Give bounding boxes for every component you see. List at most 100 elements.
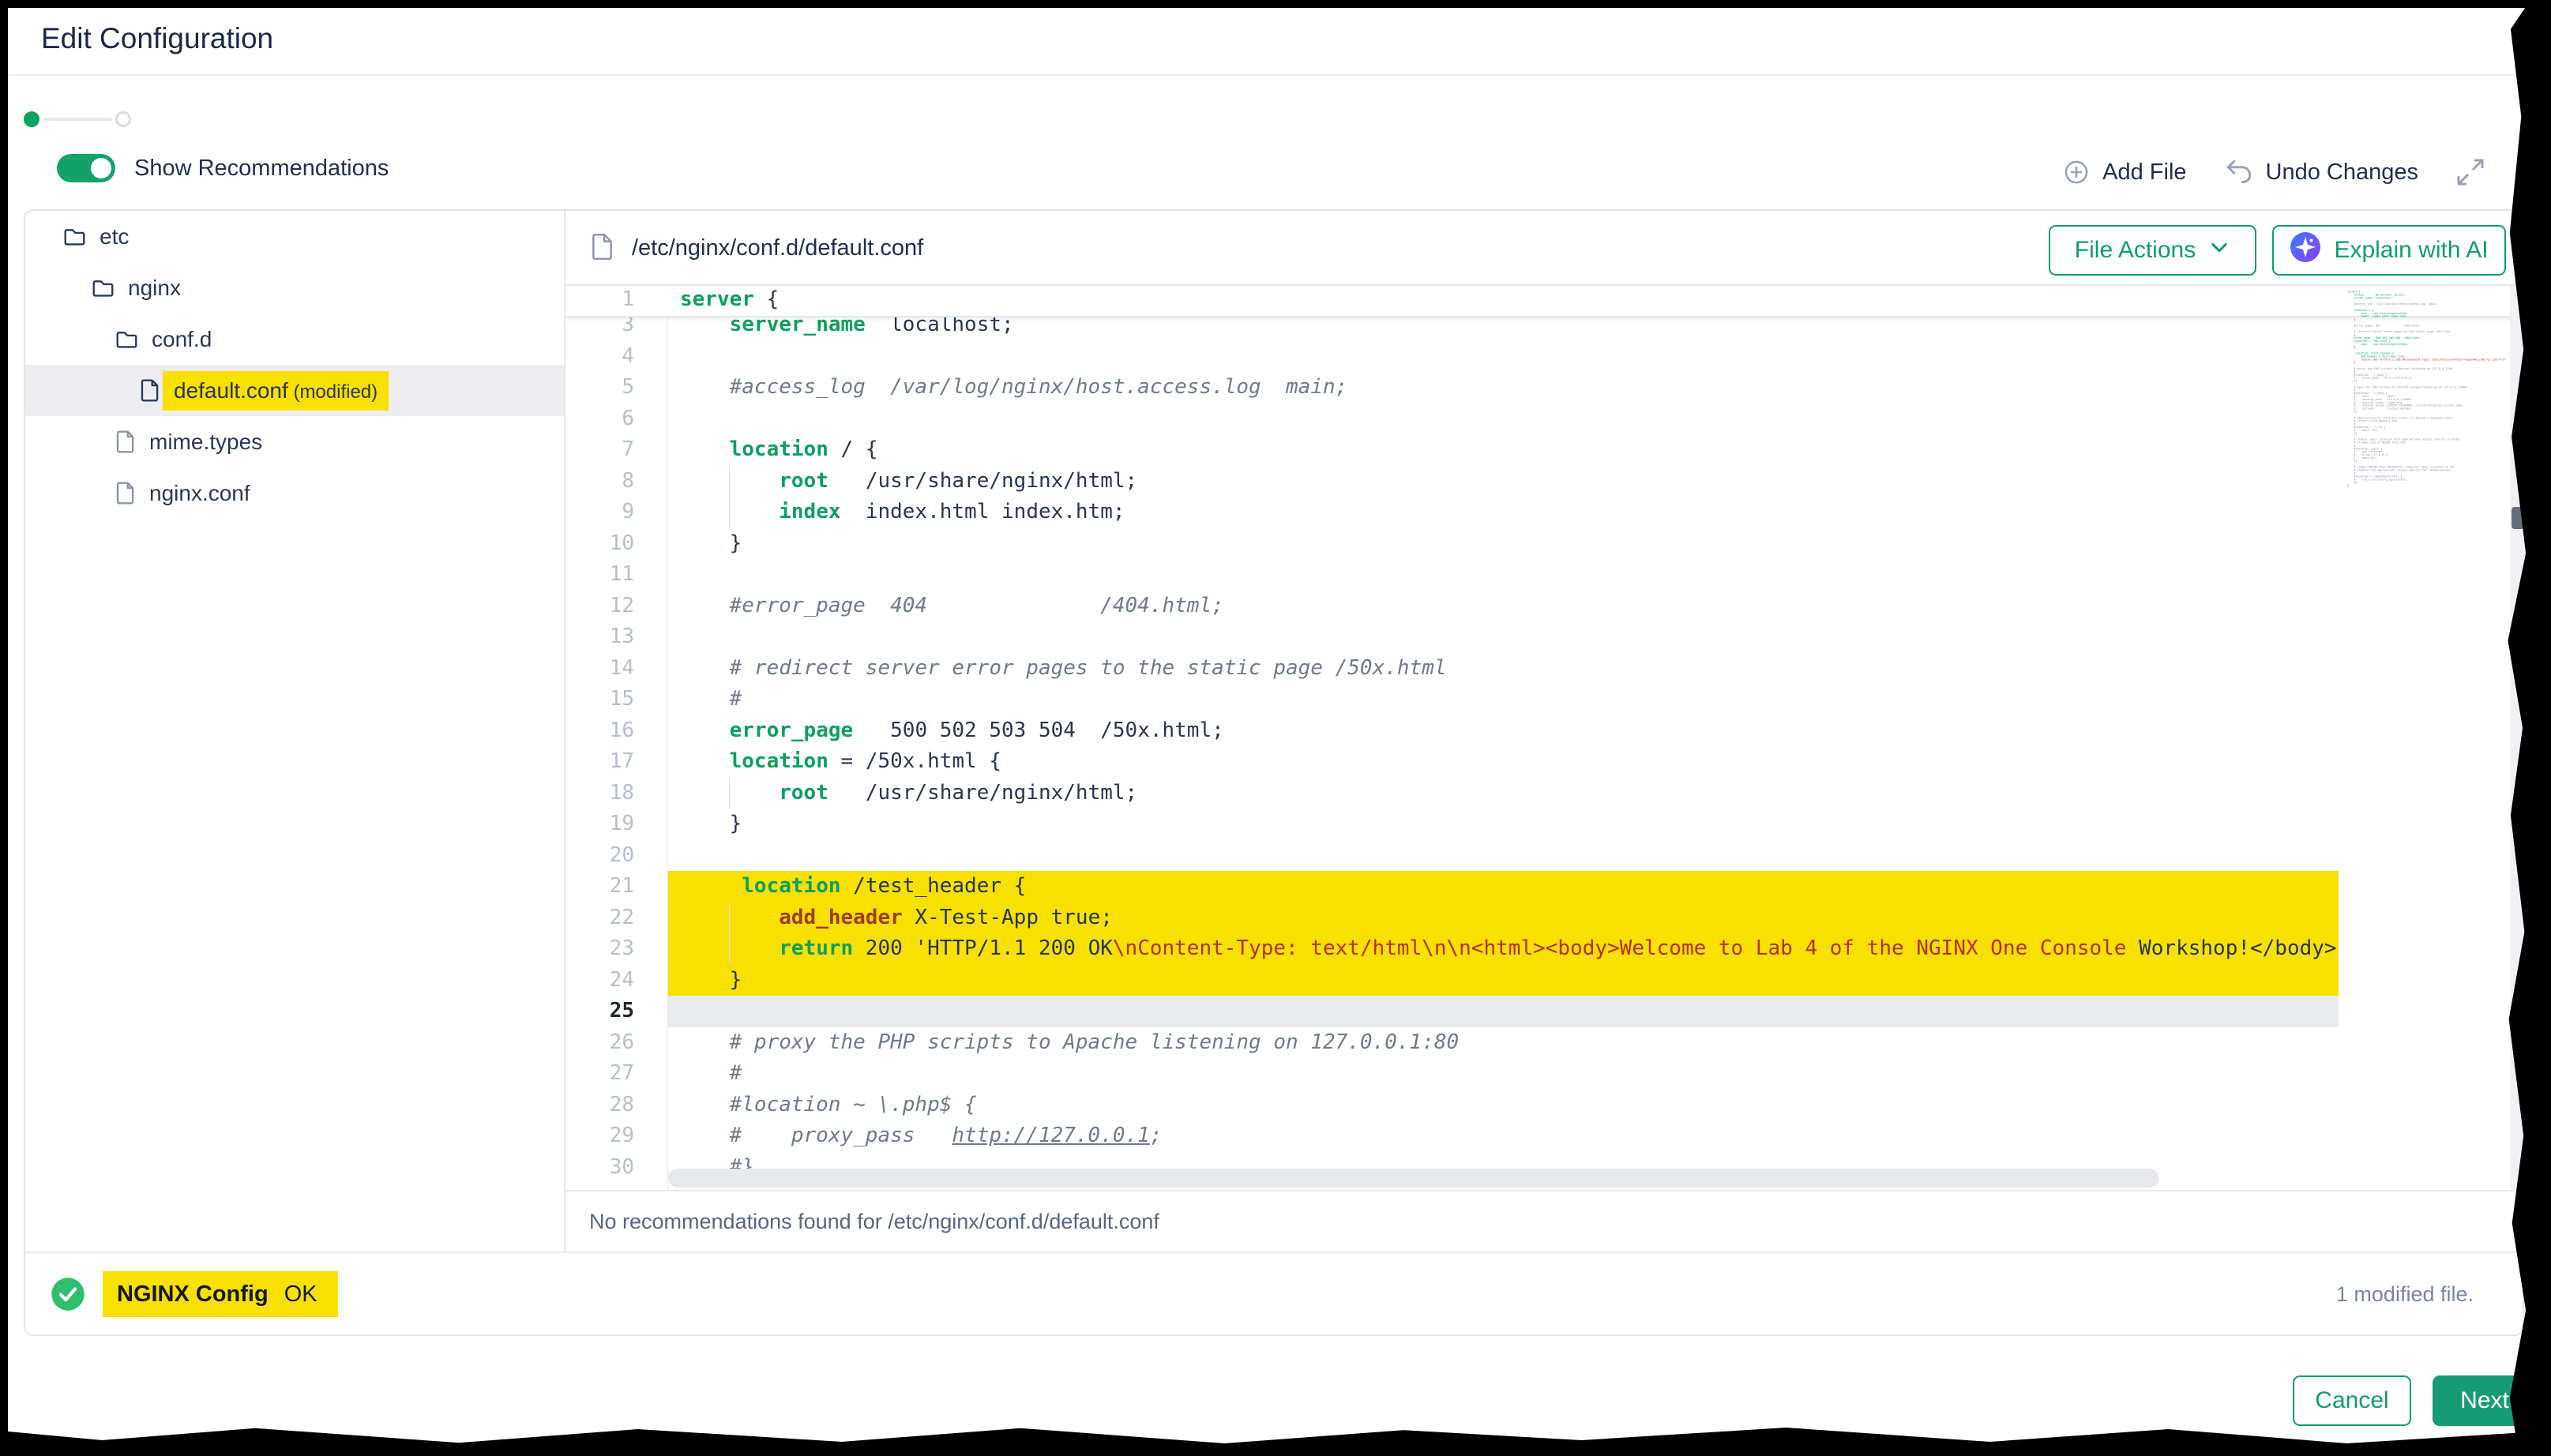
code-line-28[interactable]: 28 #location ~ \.php$ { (565, 1090, 2526, 1121)
line-content: # (680, 1058, 742, 1090)
tree-item-mime.types[interactable]: mime.types (25, 416, 564, 467)
sticky-line: 1 server { (565, 286, 2526, 317)
line-number: 23 (565, 933, 634, 965)
line-number: 1 (565, 286, 634, 313)
code-editor[interactable]: 3 server_name localhost;45 #access_log /… (565, 286, 2526, 1190)
toggle-knob (91, 158, 111, 178)
line-number: 11 (565, 559, 634, 591)
add-file-button[interactable]: Add File (2061, 157, 2186, 187)
code-line-9[interactable]: 9 index index.html index.htm; (565, 497, 2526, 528)
line-number: 30 (565, 1152, 634, 1184)
expand-dialog-button[interactable] (2455, 156, 2486, 188)
line-content: # proxy the PHP scripts to Apache listen… (680, 1027, 1459, 1059)
tree-item-label: etc (100, 224, 129, 250)
code-line-14[interactable]: 14 # redirect server error pages to the … (565, 653, 2526, 685)
code-line-27[interactable]: 27 # (565, 1058, 2526, 1090)
folder-icon (62, 225, 87, 248)
step-connector (44, 118, 112, 121)
dialog-header: Edit Configuration (0, 0, 2551, 76)
file-icon (589, 232, 616, 265)
code-line-8[interactable]: 8 root /usr/share/nginx/html; (565, 466, 2526, 497)
code-line-24[interactable]: 24 } (565, 965, 2526, 996)
explain-with-ai-label: Explain with AI (2334, 237, 2488, 264)
minimap[interactable]: server { listen 80 default_server; serve… (2347, 291, 2507, 859)
ai-sparkle-icon (2290, 231, 2321, 269)
line-content: index index.html index.htm; (680, 497, 1125, 528)
no-recommendations-text: No recommendations found for /etc/nginx/… (589, 1210, 1159, 1234)
code-line-13[interactable]: 13 (565, 621, 2526, 653)
code-line-4[interactable]: 4 (565, 341, 2526, 373)
line-number: 12 (565, 591, 634, 622)
line-content: add_header X-Test-App true; (680, 902, 1113, 934)
line-number: 29 (565, 1120, 634, 1152)
top-actions: Add File Undo Changes (2061, 155, 2486, 190)
horizontal-scrollbar[interactable] (668, 1169, 2159, 1188)
code-line-29[interactable]: 29 # proxy_pass http://127.0.0.1; (565, 1120, 2526, 1152)
file-tree: etc nginx conf.d default.conf (modified)mim… (25, 211, 564, 1251)
code-line-22[interactable]: 22 add_header X-Test-App true; (565, 902, 2526, 934)
line-number: 25 (565, 996, 634, 1027)
show-recommendations-toggle[interactable] (57, 154, 115, 182)
line-number: 14 (565, 653, 634, 685)
code-line-7[interactable]: 7 location / { (565, 434, 2526, 466)
file-actions-button[interactable]: File Actions (2049, 225, 2256, 276)
line-number: 4 (565, 341, 634, 373)
line-content: #access_log /var/log/nginx/host.access.l… (680, 372, 1347, 403)
undo-arrow-icon (2223, 156, 2255, 188)
code-line-25[interactable]: 25 (565, 996, 2526, 1027)
tree-item-etc[interactable]: etc (25, 211, 564, 262)
add-file-label: Add File (2102, 159, 2186, 186)
line-content: location /test_header { (680, 871, 1026, 902)
file-icon (115, 481, 137, 505)
line-number: 13 (565, 621, 634, 653)
screenshot-edge-top (0, 0, 2551, 8)
line-number: 19 (565, 809, 634, 840)
file-header: /etc/nginx/conf.d/default.conf File Acti… (565, 211, 2526, 286)
line-number: 17 (565, 746, 634, 778)
code-line-15[interactable]: 15 # (565, 684, 2526, 715)
nginx-config-label: NGINX Config (117, 1282, 269, 1308)
code-line-16[interactable]: 16 error_page 500 502 503 504 /50x.html; (565, 715, 2526, 747)
tree-item-conf.d[interactable]: conf.d (25, 313, 564, 365)
code-line-23[interactable]: 23 return 200 'HTTP/1.1 200 OK\nContent-… (565, 933, 2526, 965)
line-number: 7 (565, 434, 634, 466)
undo-changes-button[interactable]: Undo Changes (2223, 156, 2418, 188)
line-number: 27 (565, 1058, 634, 1090)
line-number: 9 (565, 497, 634, 528)
line-content: } (680, 965, 742, 996)
code-line-11[interactable]: 11 (565, 559, 2526, 591)
code-line-10[interactable]: 10 } (565, 528, 2526, 560)
line-content: #error_page 404 /404.html; (680, 591, 1224, 622)
line-content: } (680, 528, 742, 560)
code-line-20[interactable]: 20 (565, 840, 2526, 872)
line-content: root /usr/share/nginx/html; (680, 778, 1137, 809)
tree-item-nginx.conf[interactable]: nginx.conf (25, 467, 564, 519)
tree-item-label: conf.d (152, 327, 212, 352)
tree-item-nginx[interactable]: nginx (25, 262, 564, 313)
modified-files-note: 1 modified file. (2336, 1253, 2474, 1336)
check-circle-icon (51, 1277, 85, 1315)
file-actions-label: File Actions (2075, 237, 2196, 264)
line-number: 26 (565, 1027, 634, 1059)
code-line-19[interactable]: 19 } (565, 809, 2526, 840)
gutter-border (667, 286, 668, 1190)
cancel-button[interactable]: Cancel (2293, 1375, 2411, 1426)
tree-item-default.conf[interactable]: default.conf (modified) (25, 365, 564, 416)
line-content: error_page 500 502 503 504 /50x.html; (680, 715, 1224, 747)
dialog-footer: Cancel Next (0, 1375, 2551, 1426)
explain-with-ai-button[interactable]: Explain with AI (2272, 225, 2506, 276)
line-content: server { (680, 286, 779, 313)
code-line-17[interactable]: 17 location = /50x.html { (565, 746, 2526, 778)
code-line-5[interactable]: 5 #access_log /var/log/nginx/host.access… (565, 372, 2526, 403)
show-recommendations-label: Show Recommendations (134, 156, 389, 182)
code-line-6[interactable]: 6 (565, 403, 2526, 435)
code-line-26[interactable]: 26 # proxy the PHP scripts to Apache lis… (565, 1027, 2526, 1059)
line-number: 10 (565, 528, 634, 560)
code-line-21[interactable]: 21 location /test_header { (565, 871, 2526, 902)
nginx-config-status: NGINX Config OK (103, 1271, 338, 1317)
code-line-18[interactable]: 18 root /usr/share/nginx/html; (565, 778, 2526, 809)
line-number: 20 (565, 840, 634, 872)
code-line-1[interactable]: 1 server { (565, 286, 2526, 316)
tree-item-label: nginx (128, 276, 181, 301)
code-line-12[interactable]: 12 #error_page 404 /404.html; (565, 591, 2526, 622)
